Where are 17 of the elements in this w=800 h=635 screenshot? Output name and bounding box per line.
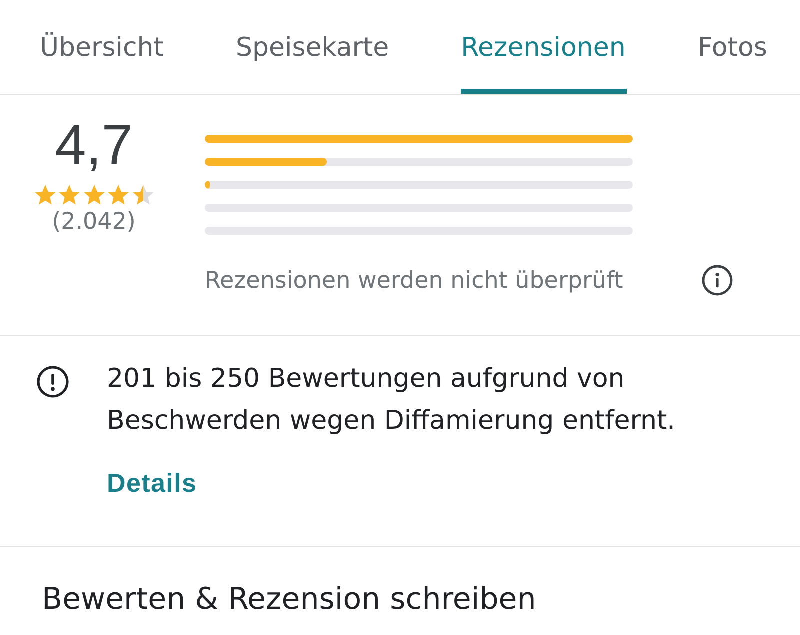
star-icon [84,185,104,205]
tab[interactable]: Speisekarte [236,0,390,94]
review-count: (2.042) [52,209,136,235]
review-note: Rezensionen werden nicht überprüft [205,268,624,294]
info-icon[interactable] [702,265,733,296]
star-icon [59,185,80,205]
tab[interactable]: Rezensionen [461,0,627,94]
star-icon [108,185,129,205]
alert-icon [37,366,69,398]
details-link[interactable]: Details [107,462,198,504]
star-icon [132,185,154,205]
tab[interactable]: Fotos [698,0,768,94]
tab[interactable]: Übersicht [40,0,165,94]
star-icon [34,185,56,205]
section-heading: Bewerten & Rezension schreiben [42,582,536,618]
notice-text: 201 bis 250 Bewertungen aufgrund von Beschwerden wegen Diffamierung entfernt. [107,363,676,438]
rating-score: 4,7 [55,115,133,175]
